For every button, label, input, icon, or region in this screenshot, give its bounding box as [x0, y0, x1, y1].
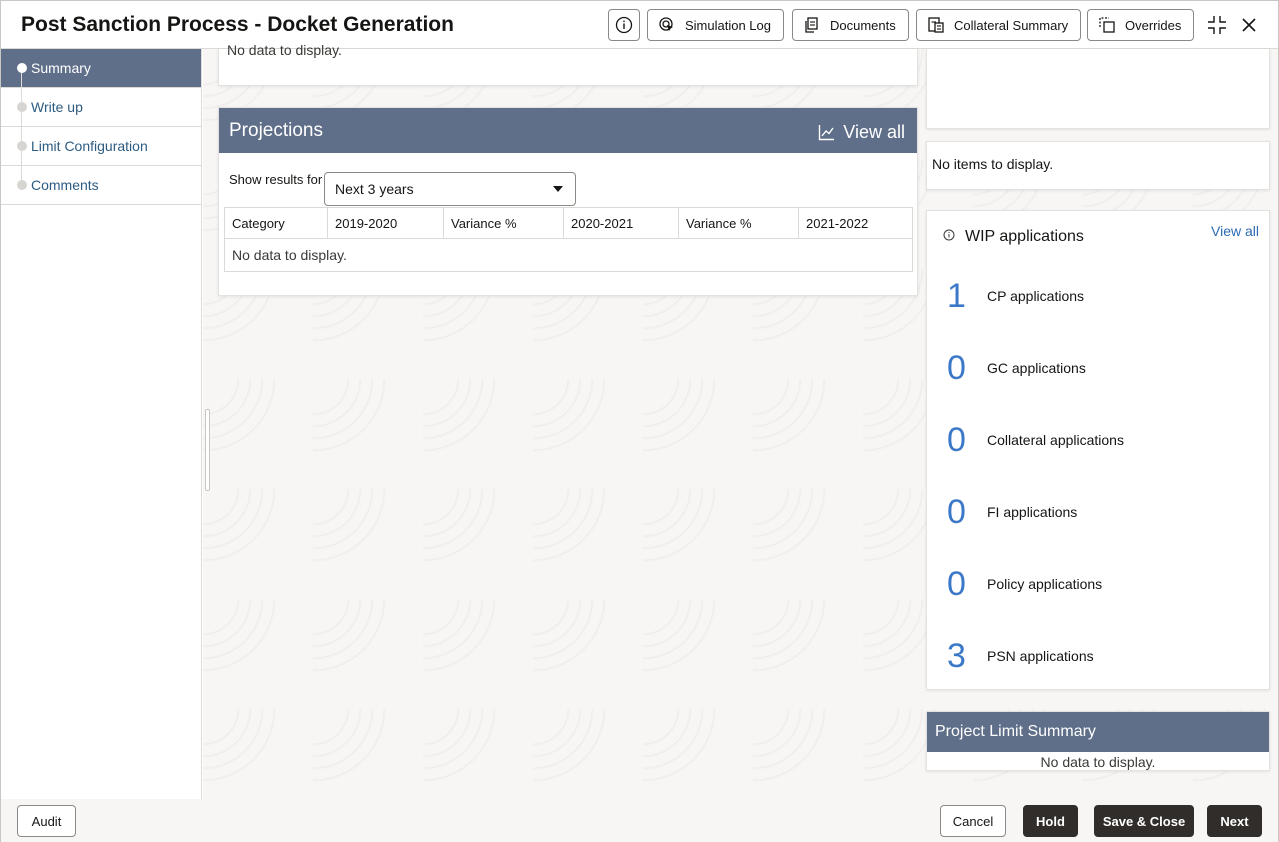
footer: Audit Cancel Hold Save & Close Next: [1, 799, 1278, 842]
overrides-label: Overrides: [1125, 17, 1182, 33]
step-dot-icon: [17, 180, 27, 190]
sidebar-item-label: Summary: [31, 60, 91, 76]
sidebar: Summary Write up Limit Configuration Com…: [1, 49, 202, 799]
table-row: No data to display.: [225, 239, 913, 272]
simulation-log-button[interactable]: Simulation Log: [647, 9, 784, 41]
documents-label: Documents: [830, 17, 896, 33]
wip-label: Policy applications: [987, 576, 1103, 592]
wip-row-collateral[interactable]: 0 Collateral applications: [947, 420, 1124, 460]
step-dot-icon: [17, 141, 27, 151]
wip-row-gc[interactable]: 0 GC applications: [947, 348, 1086, 388]
wip-row-policy[interactable]: 0 Policy applications: [947, 564, 1102, 604]
sidebar-item-write-up[interactable]: Write up: [1, 88, 201, 127]
empty-table-text: No data to display.: [232, 247, 347, 263]
column-header[interactable]: 2021-2022: [798, 207, 913, 239]
sidebar-item-summary[interactable]: Summary: [1, 49, 201, 88]
info-icon: [615, 16, 633, 34]
wip-count: 0: [947, 348, 966, 387]
column-header[interactable]: Category: [224, 207, 328, 239]
simulation-log-label: Simulation Log: [685, 17, 771, 33]
wip-count: 0: [947, 492, 966, 531]
documents-button[interactable]: Documents: [792, 9, 909, 41]
caret-down-icon: [553, 186, 563, 192]
view-all-label: View all: [843, 122, 905, 142]
no-items-text: No items to display.: [932, 156, 1054, 172]
wip-label: Collateral applications: [987, 432, 1124, 448]
column-header[interactable]: 2020-2021: [563, 207, 679, 239]
projections-table: Category 2019-2020 Variance % 2020-2021 …: [224, 207, 913, 272]
next-button[interactable]: Next: [1207, 805, 1262, 837]
top-summary-card: No data to display.: [218, 42, 918, 86]
save-close-button[interactable]: Save & Close: [1094, 805, 1194, 837]
sidebar-item-comments[interactable]: Comments: [1, 166, 201, 205]
wip-count: 1: [947, 276, 966, 315]
step-dot-icon: [17, 63, 27, 73]
projections-header: Projections View all: [219, 108, 917, 153]
sidebar-item-label: Comments: [31, 177, 99, 193]
column-header[interactable]: Variance %: [443, 207, 564, 239]
info-button[interactable]: [608, 9, 640, 41]
wip-row-fi[interactable]: 0 FI applications: [947, 492, 1077, 532]
step-dot-icon: [17, 102, 27, 112]
sidebar-item-label: Limit Configuration: [31, 138, 148, 154]
right-top-card: [926, 49, 1270, 129]
minimize-button[interactable]: [1205, 13, 1229, 37]
cancel-button[interactable]: Cancel: [940, 805, 1006, 837]
project-limit-summary-title: Project Limit Summary: [927, 712, 1269, 752]
collapse-icon: [1208, 16, 1226, 34]
page-title: Post Sanction Process - Docket Generatio…: [21, 13, 454, 36]
overrides-button[interactable]: Overrides: [1087, 9, 1195, 41]
sidebar-item-label: Write up: [31, 99, 83, 115]
wip-label: CP applications: [987, 288, 1085, 304]
no-data-text: No data to display.: [227, 42, 342, 58]
projections-card: Projections View all Show results for Ne…: [218, 107, 918, 296]
panel-splitter-handle[interactable]: [205, 409, 210, 491]
projections-view-all[interactable]: View all: [818, 122, 905, 143]
line-chart-icon: [819, 125, 835, 141]
wip-applications-card: WIP applications View all 1 CP applicati…: [926, 210, 1270, 690]
documents-icon: [805, 17, 818, 33]
projection-range-select[interactable]: Next 3 years: [324, 172, 576, 206]
show-results-label: Show results for: [229, 172, 323, 187]
close-button[interactable]: [1237, 13, 1261, 37]
collateral-icon: [928, 17, 944, 33]
simulation-icon: [659, 17, 673, 31]
wip-label: GC applications: [987, 360, 1086, 376]
wip-count: 3: [947, 636, 966, 675]
wip-count: 0: [947, 420, 966, 459]
overrides-icon: [1099, 17, 1115, 33]
close-icon: [1242, 18, 1256, 32]
header: Post Sanction Process - Docket Generatio…: [1, 1, 1278, 49]
docket-window: Post Sanction Process - Docket Generatio…: [0, 0, 1279, 842]
info-icon[interactable]: [943, 228, 955, 246]
collateral-summary-button[interactable]: Collateral Summary: [916, 9, 1082, 41]
column-header[interactable]: Variance %: [678, 207, 799, 239]
no-data-text: No data to display.: [1040, 754, 1156, 770]
sidebar-item-limit-configuration[interactable]: Limit Configuration: [1, 127, 201, 166]
hold-button[interactable]: Hold: [1023, 805, 1078, 837]
select-value: Next 3 years: [335, 181, 414, 197]
wip-row-cp[interactable]: 1 CP applications: [947, 276, 1084, 316]
wip-row-psn[interactable]: 3 PSN applications: [947, 636, 1094, 676]
wip-view-all-link[interactable]: View all: [1211, 223, 1259, 239]
collateral-summary-label: Collateral Summary: [954, 17, 1069, 33]
items-card: No items to display.: [926, 141, 1270, 190]
audit-button[interactable]: Audit: [17, 805, 76, 837]
projections-title: Projections: [229, 120, 323, 141]
wip-count: 0: [947, 564, 966, 603]
wip-label: PSN applications: [987, 648, 1094, 664]
wip-label: FI applications: [987, 504, 1078, 520]
column-header[interactable]: 2019-2020: [327, 207, 444, 239]
wip-title: WIP applications: [965, 228, 1084, 245]
project-limit-summary-card: Project Limit Summary No data to display…: [926, 711, 1270, 771]
